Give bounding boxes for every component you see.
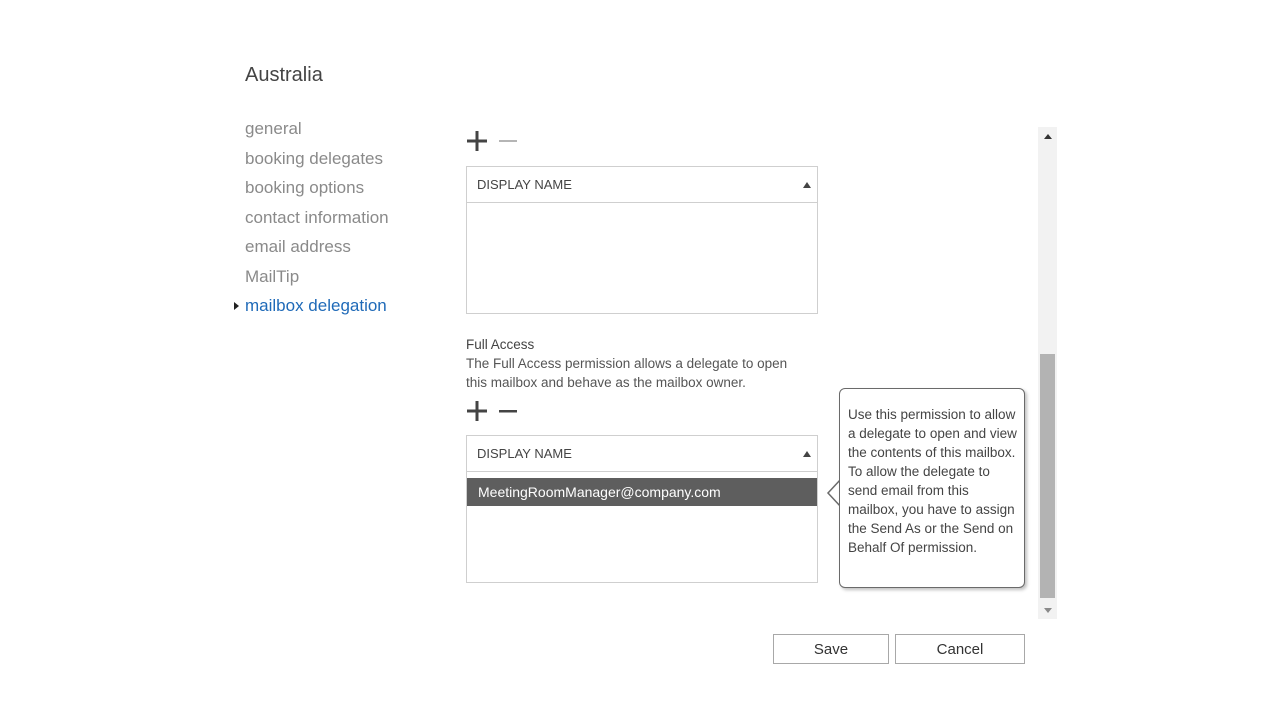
- remove-button[interactable]: [497, 130, 519, 152]
- table-row[interactable]: MeetingRoomManager@company.com: [467, 478, 817, 506]
- plus-icon: [467, 401, 487, 421]
- sort-ascending-icon: [803, 450, 811, 457]
- full-access-section: Full Access The Full Access permission a…: [466, 335, 811, 392]
- display-name-cell: MeetingRoomManager@company.com: [478, 484, 721, 500]
- nav-item-email-address[interactable]: email address: [245, 235, 389, 265]
- cancel-button[interactable]: Cancel: [895, 634, 1025, 664]
- plus-icon: [467, 131, 487, 151]
- save-button[interactable]: Save: [773, 634, 889, 664]
- help-callout: Use this permission to allow a delegate …: [839, 388, 1025, 588]
- column-header-label: DISPLAY NAME: [477, 446, 572, 461]
- nav-item-booking-options[interactable]: booking options: [245, 176, 389, 206]
- vertical-scrollbar[interactable]: [1038, 127, 1057, 619]
- scroll-up-button[interactable]: [1038, 127, 1057, 145]
- nav-item-booking-delegates[interactable]: booking delegates: [245, 147, 389, 177]
- callout-text: Use this permission to allow a delegate …: [848, 407, 1017, 555]
- arrow-up-icon: [1043, 133, 1052, 139]
- remove-button[interactable]: [497, 400, 519, 422]
- column-header-label: DISPLAY NAME: [477, 177, 572, 192]
- nav-item-label: MailTip: [245, 266, 300, 286]
- full-access-grid: DISPLAY NAME MeetingRoomManager@company.…: [466, 435, 818, 583]
- full-access-toolbar: [466, 400, 528, 422]
- nav-item-label: booking options: [245, 178, 365, 197]
- sort-ascending-icon: [803, 181, 811, 188]
- selected-caret-icon: [234, 302, 239, 310]
- arrow-down-icon: [1043, 607, 1052, 613]
- minus-icon: [499, 410, 517, 413]
- nav-item-label: general: [245, 119, 302, 138]
- nav-item-mailtip[interactable]: MailTip: [245, 265, 389, 295]
- minus-icon: [499, 140, 517, 142]
- display-name-column-header[interactable]: DISPLAY NAME: [467, 167, 817, 203]
- add-button[interactable]: [466, 130, 488, 152]
- scroll-down-button[interactable]: [1038, 601, 1057, 619]
- nav-item-contact-information[interactable]: contact information: [245, 206, 389, 236]
- page-title: Australia: [245, 64, 323, 86]
- nav-item-label: mailbox delegation: [245, 296, 387, 315]
- section-description: The Full Access permission allows a dele…: [466, 356, 788, 390]
- delegates-grid: DISPLAY NAME: [466, 166, 818, 314]
- section-title: Full Access: [466, 337, 535, 352]
- display-name-column-header[interactable]: DISPLAY NAME: [467, 436, 817, 472]
- grid1-toolbar: [466, 130, 528, 152]
- nav-item-mailbox-delegation[interactable]: mailbox delegation: [234, 294, 389, 324]
- mailbox-properties-dialog: Australia general booking delegates book…: [0, 0, 1280, 720]
- nav-item-label: email address: [245, 237, 351, 256]
- nav-item-general[interactable]: general: [245, 117, 389, 147]
- nav-item-label: booking delegates: [245, 148, 384, 168]
- scroll-thumb[interactable]: [1040, 354, 1055, 598]
- nav-item-label: contact information: [245, 207, 389, 227]
- add-button[interactable]: [466, 400, 488, 422]
- sidebar-nav: general booking delegates booking option…: [234, 117, 389, 324]
